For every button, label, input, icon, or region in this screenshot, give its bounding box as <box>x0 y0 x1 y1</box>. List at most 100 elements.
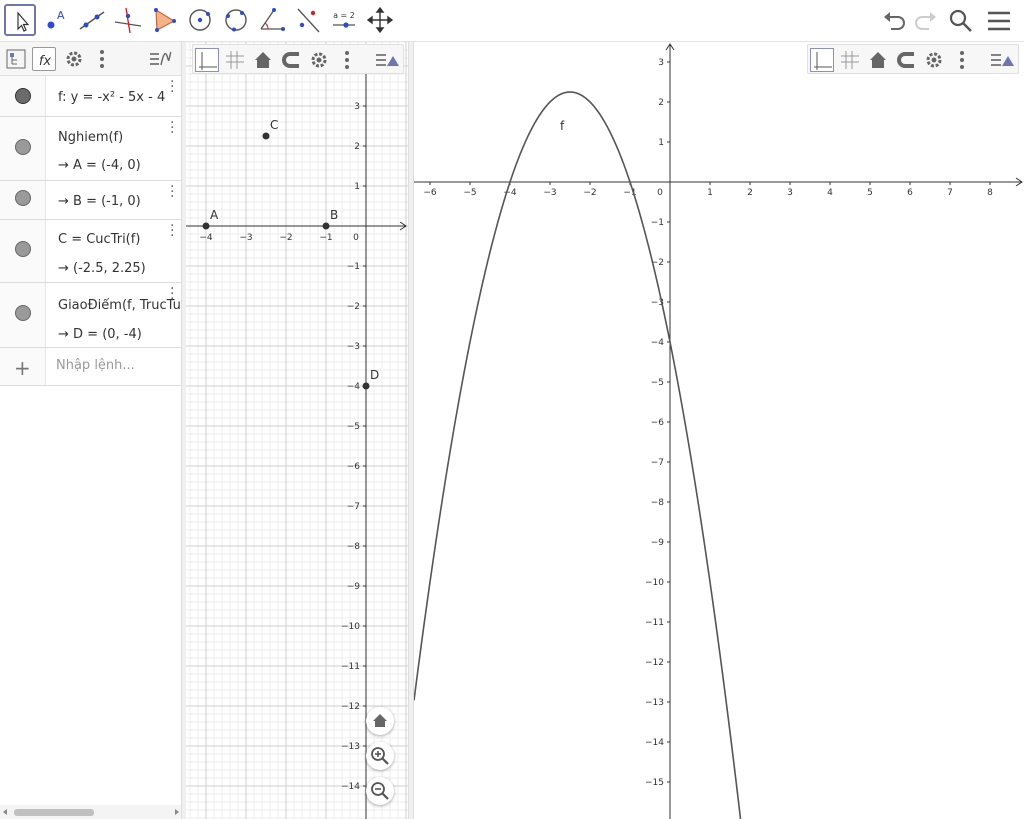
algebra-row-f[interactable]: f: y = -x² - 5x - 4 · · · <box>0 75 182 117</box>
y-tick-label: −8 <box>651 498 665 508</box>
more-vert-icon[interactable] <box>90 47 114 71</box>
gear-icon[interactable] <box>922 48 946 72</box>
point-b[interactable] <box>322 222 330 230</box>
y-tick-label: −1 <box>347 262 360 272</box>
x-tick-label: −5 <box>463 188 476 198</box>
gear-icon[interactable] <box>307 48 331 72</box>
circle-center-point-tool-icon[interactable] <box>184 4 216 36</box>
grid-icon[interactable] <box>223 48 247 72</box>
algebra-row-b[interactable]: → B = (-1, 0) · · · <box>0 180 182 220</box>
algebra-row-output: → D = (0, -4) <box>58 327 142 342</box>
y-tick-label: 3 <box>658 58 664 68</box>
menu-icon[interactable] <box>984 6 1014 36</box>
row-menu-icon[interactable]: · · · <box>170 219 174 243</box>
zoom-in-icon[interactable] <box>366 742 394 770</box>
row-menu-icon[interactable]: · · · <box>170 282 174 306</box>
y-tick-label: 1 <box>354 182 360 192</box>
x-tick-label: −6 <box>423 188 437 198</box>
marble-column <box>0 76 46 116</box>
graphics-view-1[interactable]: −4 −3 −2 −1 0 3 2 1 −1 −2 −3 −4 −5 −6 −7 −8 −9 −10 −11 −12… <box>186 42 408 819</box>
visibility-toggle[interactable] <box>15 190 31 206</box>
point-label: B <box>330 208 338 222</box>
parabola-curve[interactable] <box>414 91 744 819</box>
y-tick-label: 2 <box>354 142 360 152</box>
x-tick-label: 1 <box>707 188 713 198</box>
point-tool-icon[interactable]: A <box>40 4 72 36</box>
grid-icon[interactable] <box>838 48 862 72</box>
horizontal-scrollbar[interactable] <box>0 805 182 819</box>
move-graphics-view-tool-icon[interactable] <box>364 4 396 36</box>
algebra-row-cuctri[interactable]: C = CucTri(f) → (-2.5, 2.25) · · · <box>0 219 182 283</box>
reflect-tool-icon[interactable] <box>292 4 324 36</box>
algebra-style-icon[interactable] <box>148 47 172 71</box>
graphics-1-canvas[interactable]: −4 −3 −2 −1 0 321−1−2−3−4−5−6−7−8−9−10−11−12… <box>186 42 408 819</box>
row-menu-icon[interactable]: · · · <box>170 75 174 99</box>
more-vert-icon[interactable] <box>950 48 974 72</box>
visibility-toggle[interactable] <box>15 139 31 155</box>
row-menu-icon[interactable]: · · · <box>170 116 174 140</box>
algebra-row-output: → B = (-1, 0) <box>58 194 141 209</box>
y-tick-label: −8 <box>347 542 361 552</box>
algebra-row-nghiem[interactable]: Nghiem(f) → A = (-4, 0) · · · <box>0 116 182 181</box>
move-tool-icon[interactable] <box>4 4 36 36</box>
x-tick-label: 3 <box>787 188 793 198</box>
axes-icon[interactable] <box>195 48 219 72</box>
circle-three-points-tool-icon[interactable] <box>220 4 252 36</box>
home-icon[interactable] <box>251 48 275 72</box>
point-d[interactable] <box>362 382 370 390</box>
visibility-toggle[interactable] <box>15 305 31 321</box>
y-tick-label: −9 <box>651 538 665 548</box>
angle-tool-icon[interactable] <box>256 4 288 36</box>
graphics-view-2[interactable]: −6 −5 −4 −3 −2 −1 0 1 2 3 4 5 6 7 8 3 2 1 −1 −2 −3 −4 −5 −6 −7−… <box>414 42 1024 819</box>
y-tick-label: −7 <box>651 458 664 468</box>
y-tick-label: −11 <box>341 662 360 672</box>
visibility-toggle[interactable] <box>15 88 31 104</box>
more-vert-icon[interactable] <box>335 48 359 72</box>
undo-icon[interactable] <box>880 6 910 36</box>
view-style-icon[interactable] <box>990 48 1014 72</box>
magnet-icon[interactable] <box>894 48 918 72</box>
algebra-row-text: C = CucTri(f) <box>58 232 141 247</box>
y-tick-label: −13 <box>645 698 664 708</box>
slider-tool-icon[interactable]: a = 2 <box>328 4 360 36</box>
visibility-toggle[interactable] <box>15 241 31 257</box>
row-menu-icon[interactable]: · · · <box>170 180 174 204</box>
y-tick-label: 1 <box>658 138 664 148</box>
add-icon[interactable]: + <box>14 356 31 380</box>
algebra-header: fx <box>0 42 182 76</box>
point-a[interactable] <box>202 222 210 230</box>
fx-icon[interactable]: fx <box>32 47 56 71</box>
zoom-out-icon[interactable] <box>366 777 394 805</box>
x-tick-label: 5 <box>867 188 873 198</box>
home-icon[interactable] <box>866 48 890 72</box>
y-tick-label: 2 <box>658 98 664 108</box>
view-style-icon[interactable] <box>375 48 399 72</box>
y-tick-label: −7 <box>347 502 360 512</box>
algebra-view-icon[interactable] <box>4 47 28 71</box>
y-tick-label: −5 <box>651 378 664 388</box>
polygon-tool-icon[interactable] <box>148 4 180 36</box>
line-tool-icon[interactable] <box>76 4 108 36</box>
y-tick-label: −1 <box>651 218 664 228</box>
input-placeholder[interactable]: Nhập lệnh... <box>56 358 135 373</box>
y-tick-label: −10 <box>341 622 360 632</box>
algebra-row-giaodiem[interactable]: GiaoĐiểm(f, TrucTung → D = (0, -4) ··· <box>0 282 182 348</box>
y-tick-label: −12 <box>341 702 360 712</box>
gear-icon[interactable] <box>62 47 86 71</box>
graphics-2-canvas[interactable]: −6 −5 −4 −3 −2 −1 0 1 2 3 4 5 6 7 8 321−1−2−3−4−5−6−7−… <box>414 42 1024 819</box>
main-toolbar: A a = 2 <box>0 0 1024 42</box>
y-tick-label: −4 <box>347 382 361 392</box>
y-tick-label: −10 <box>645 578 664 588</box>
magnet-icon[interactable] <box>279 48 303 72</box>
point-c[interactable] <box>262 132 270 140</box>
axes-icon[interactable] <box>810 48 834 72</box>
graphics-2-style-bar <box>807 44 1019 74</box>
y-tick-label: −14 <box>341 782 360 792</box>
home-icon[interactable] <box>366 707 394 735</box>
perpendicular-line-tool-icon[interactable] <box>112 4 144 36</box>
redo-icon[interactable] <box>910 6 940 36</box>
search-icon[interactable] <box>946 6 976 36</box>
scrollbar-thumb[interactable] <box>14 809 94 816</box>
x-tick-label: −3 <box>239 233 252 243</box>
input-bar[interactable]: + Nhập lệnh... <box>0 348 182 386</box>
